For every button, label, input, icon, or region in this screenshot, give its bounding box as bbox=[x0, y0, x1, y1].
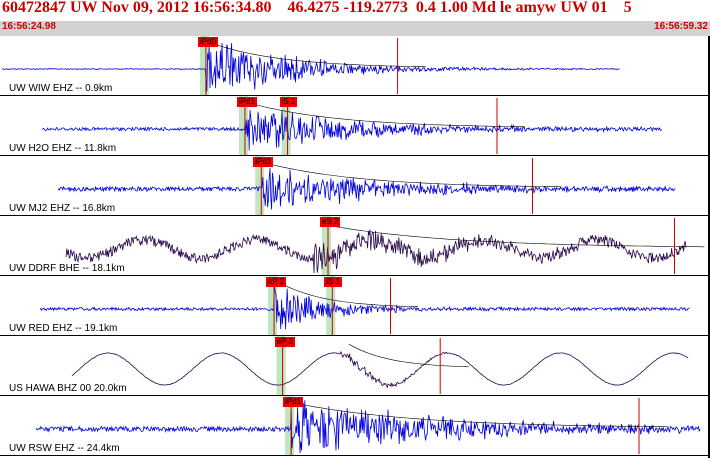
start-time: 16:56:24.98 bbox=[2, 21, 56, 32]
time-axis-bar bbox=[0, 21, 710, 36]
coda-curve bbox=[348, 343, 469, 368]
station-label: UW RSW EHZ -- 24.4km bbox=[9, 443, 120, 454]
coda-curve bbox=[269, 163, 562, 188]
phase-pick-label[interactable]: eP 2 bbox=[266, 277, 287, 287]
event-header: 60472847 UW Nov 09, 2012 16:56:34.80 46.… bbox=[0, 0, 710, 22]
trace-panel[interactable]: eS 2 UW DDRF BHE -- 18.1km bbox=[0, 216, 710, 276]
station-label: UW DDRF BHE -- 18.1km bbox=[9, 263, 125, 274]
phase-pick-label[interactable]: iPd1 bbox=[283, 397, 304, 407]
phase-pick-label[interactable]: iS 1 bbox=[324, 277, 343, 287]
station-label: UW RED EHZ -- 19.1km bbox=[9, 323, 118, 334]
waveform-trace bbox=[39, 284, 690, 330]
waveform-trace bbox=[57, 168, 676, 210]
trace-panel[interactable]: iPd1 iS 1 UW H2O EHZ -- 11.8km bbox=[0, 96, 710, 156]
station-label: UW WIW EHZ -- 0.9km bbox=[9, 83, 113, 94]
phase-pick-label[interactable]: iPd0 bbox=[197, 37, 218, 47]
waveform-trace bbox=[35, 400, 701, 454]
end-time: 16:56:59.32 bbox=[654, 21, 708, 32]
waveform-trace bbox=[65, 229, 687, 274]
coda-curve bbox=[281, 283, 419, 307]
seismogram-plots[interactable]: iPd0 UW WIW EHZ -- 0.9km iPd1 iS 1 UW H2O EH… bbox=[0, 36, 710, 458]
waveform-trace bbox=[41, 109, 663, 151]
trace-panel[interactable]: eP 2 US HAWA BHZ 00 20.0km bbox=[0, 336, 710, 396]
phase-pick-label[interactable]: iPd1 bbox=[253, 157, 274, 167]
trace-panel[interactable]: iPd1 UW RSW EHZ -- 24.4km bbox=[0, 396, 710, 456]
coda-curve bbox=[252, 103, 526, 128]
station-label: US HAWA BHZ 00 20.0km bbox=[9, 383, 127, 394]
phase-pick-label[interactable]: eP 2 bbox=[274, 337, 295, 347]
phase-pick-label[interactable]: iPd1 bbox=[236, 97, 257, 107]
phase-pick-label[interactable]: iS 1 bbox=[279, 97, 298, 107]
trace-panel[interactable]: iPd0 UW WIW EHZ -- 0.9km bbox=[0, 36, 710, 96]
event-title: 60472847 UW Nov 09, 2012 16:56:34.80 46.… bbox=[2, 0, 632, 16]
trace-panel[interactable]: iPd1 UW MJ2 EHZ -- 16.8km bbox=[0, 156, 710, 216]
trace-panel[interactable]: eP 2 iS 1 UW RED EHZ -- 19.1km bbox=[0, 276, 710, 336]
station-label: UW H2O EHZ -- 11.8km bbox=[9, 143, 117, 154]
waveform-trace bbox=[71, 351, 689, 389]
phase-pick-label[interactable]: eS 2 bbox=[320, 217, 341, 227]
station-label: UW MJ2 EHZ -- 16.8km bbox=[9, 203, 116, 214]
